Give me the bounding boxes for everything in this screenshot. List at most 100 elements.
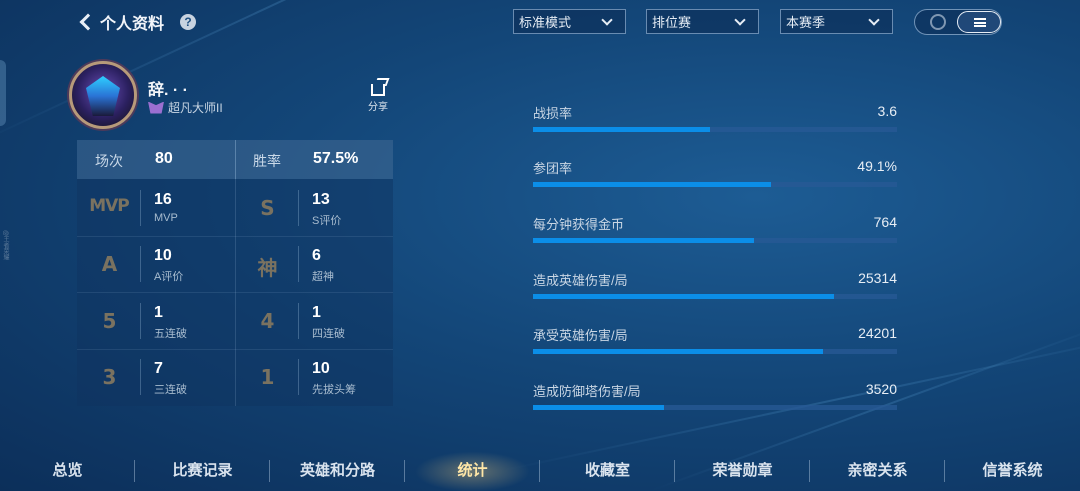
divider bbox=[298, 359, 299, 395]
tab-label: 荣誉勋章 bbox=[712, 462, 773, 479]
list-view-button[interactable] bbox=[957, 11, 1001, 33]
metric-value: 3520 bbox=[865, 381, 897, 397]
tab-label: 收藏室 bbox=[584, 462, 630, 479]
stat-value: 16 bbox=[154, 191, 172, 208]
winrate-value: 57.5% bbox=[313, 150, 359, 167]
match-type-dropdown[interactable]: 排位赛 bbox=[646, 9, 759, 34]
view-toggle[interactable] bbox=[914, 9, 1002, 35]
tab-overview[interactable]: 总览 bbox=[0, 448, 135, 491]
hexagon-view-icon[interactable] bbox=[930, 14, 946, 30]
tab-honor-medals[interactable]: 荣誉勋章 bbox=[675, 448, 810, 491]
quadra-badge-icon: 4 bbox=[260, 309, 275, 333]
s-badge-icon: S bbox=[260, 196, 274, 220]
first-blood-badge-icon: 1 bbox=[260, 365, 275, 389]
stat-value: 1 bbox=[154, 304, 163, 321]
share-label: 分享 bbox=[368, 102, 388, 113]
metric-bar-fill bbox=[533, 294, 835, 299]
divider bbox=[140, 303, 141, 339]
metric-gold-per-minute: 每分钟获得金币 764 bbox=[533, 214, 897, 244]
stat-label: MVP bbox=[154, 212, 178, 224]
triple-badge-icon: 3 bbox=[102, 365, 117, 389]
mvp-badge-icon: MVP bbox=[89, 196, 130, 216]
stat-value: 6 bbox=[312, 247, 321, 264]
stat-value: 10 bbox=[312, 360, 330, 377]
metric-label: 战损率 bbox=[533, 106, 573, 121]
player-name: 辞. · · bbox=[148, 82, 188, 99]
games-label: 场次 bbox=[95, 153, 123, 169]
stat-value: 13 bbox=[312, 191, 330, 208]
tab-collection[interactable]: 收藏室 bbox=[540, 448, 675, 491]
tab-heroes-lanes[interactable]: 英雄和分路 bbox=[270, 448, 405, 491]
tab-label: 统计 bbox=[457, 462, 488, 479]
metric-hero-damage-taken: 承受英雄伤害/局 24201 bbox=[533, 325, 897, 355]
metric-bar-track bbox=[533, 127, 897, 132]
metric-value: 764 bbox=[873, 214, 897, 230]
list-icon bbox=[974, 18, 986, 27]
rank-info: 超凡大师II bbox=[148, 99, 223, 116]
metric-label: 每分钟获得金币 bbox=[533, 217, 625, 232]
tab-intimacy[interactable]: 亲密关系 bbox=[810, 448, 945, 491]
metric-tower-damage: 造成防御塔伤害/局 3520 bbox=[533, 381, 897, 411]
metric-value: 3.6 bbox=[877, 103, 897, 119]
tab-label: 信誉系统 bbox=[982, 462, 1043, 479]
metric-bar-fill bbox=[533, 405, 665, 410]
tab-match-history[interactable]: 比赛记录 bbox=[135, 448, 270, 491]
metric-bar-track bbox=[533, 405, 897, 410]
tab-label: 英雄和分路 bbox=[299, 462, 375, 479]
chevron-down-icon bbox=[601, 14, 613, 26]
avatar[interactable] bbox=[69, 61, 137, 129]
season-dropdown-value: 本赛季 bbox=[786, 15, 826, 30]
metric-value: 24201 bbox=[858, 325, 897, 341]
metric-bar-fill bbox=[533, 349, 823, 354]
mode-dropdown-value: 标准模式 bbox=[519, 15, 572, 30]
metric-bar-track bbox=[533, 294, 897, 299]
metric-damage-taken-ratio: 战损率 3.6 bbox=[533, 103, 897, 133]
back-chevron-icon bbox=[79, 13, 97, 31]
side-drawer-handle[interactable] bbox=[0, 60, 6, 126]
divider bbox=[298, 190, 299, 226]
side-watermark: @王者荣耀 bbox=[2, 230, 8, 261]
hero-portrait-icon bbox=[86, 76, 120, 116]
metric-bar-fill bbox=[533, 182, 772, 187]
penta-badge-icon: 5 bbox=[102, 309, 117, 333]
tab-statistics[interactable]: 统计 bbox=[405, 448, 540, 491]
chevron-down-icon bbox=[868, 14, 880, 26]
back-button[interactable]: 个人资料 ? bbox=[78, 10, 197, 34]
stat-cell-s: S 13 S评价 bbox=[235, 180, 393, 236]
rank-emblem-icon bbox=[148, 101, 164, 114]
stat-value: 1 bbox=[312, 304, 321, 321]
metric-bar-fill bbox=[533, 238, 754, 243]
stat-cell-a: A 10 A评价 bbox=[77, 236, 235, 292]
stat-label: 四连破 bbox=[312, 328, 345, 340]
metric-bar-track bbox=[533, 182, 897, 187]
winrate-label: 胜率 bbox=[253, 153, 281, 169]
help-icon[interactable]: ? bbox=[180, 14, 197, 30]
bottom-nav: 总览 比赛记录 英雄和分路 统计 收藏室 荣誉勋章 亲密关系 信誉系统 bbox=[0, 448, 1080, 491]
stat-label: 超神 bbox=[312, 271, 334, 283]
stat-cell-penta: 5 1 五连破 bbox=[77, 293, 235, 349]
stat-label: 五连破 bbox=[154, 328, 187, 340]
divider bbox=[140, 359, 141, 395]
a-badge-icon: A bbox=[101, 252, 117, 276]
mode-dropdown[interactable]: 标准模式 bbox=[513, 9, 626, 34]
stat-label: S评价 bbox=[312, 215, 342, 227]
season-dropdown[interactable]: 本赛季 bbox=[780, 9, 893, 34]
tab-label: 亲密关系 bbox=[847, 462, 908, 479]
tab-label: 比赛记录 bbox=[172, 462, 233, 479]
divider bbox=[140, 190, 141, 226]
metric-bar-track bbox=[533, 349, 897, 354]
divider bbox=[140, 246, 141, 282]
share-button[interactable]: 分享 bbox=[364, 84, 392, 113]
metric-label: 承受英雄伤害/局 bbox=[533, 328, 628, 343]
metric-bar-fill bbox=[533, 127, 711, 132]
divider bbox=[298, 246, 299, 282]
stat-label: A评价 bbox=[154, 271, 184, 283]
metric-label: 造成防御塔伤害/局 bbox=[533, 384, 641, 399]
stat-value: 7 bbox=[154, 360, 163, 377]
games-value: 80 bbox=[155, 150, 173, 167]
stat-cell-godlike: 神 6 超神 bbox=[235, 236, 393, 292]
summary-row: 场次 80 胜率 57.5% bbox=[77, 140, 393, 179]
tab-credit-system[interactable]: 信誉系统 bbox=[945, 448, 1080, 491]
stat-label: 先拔头筹 bbox=[312, 384, 356, 396]
metric-value: 25314 bbox=[858, 270, 897, 286]
